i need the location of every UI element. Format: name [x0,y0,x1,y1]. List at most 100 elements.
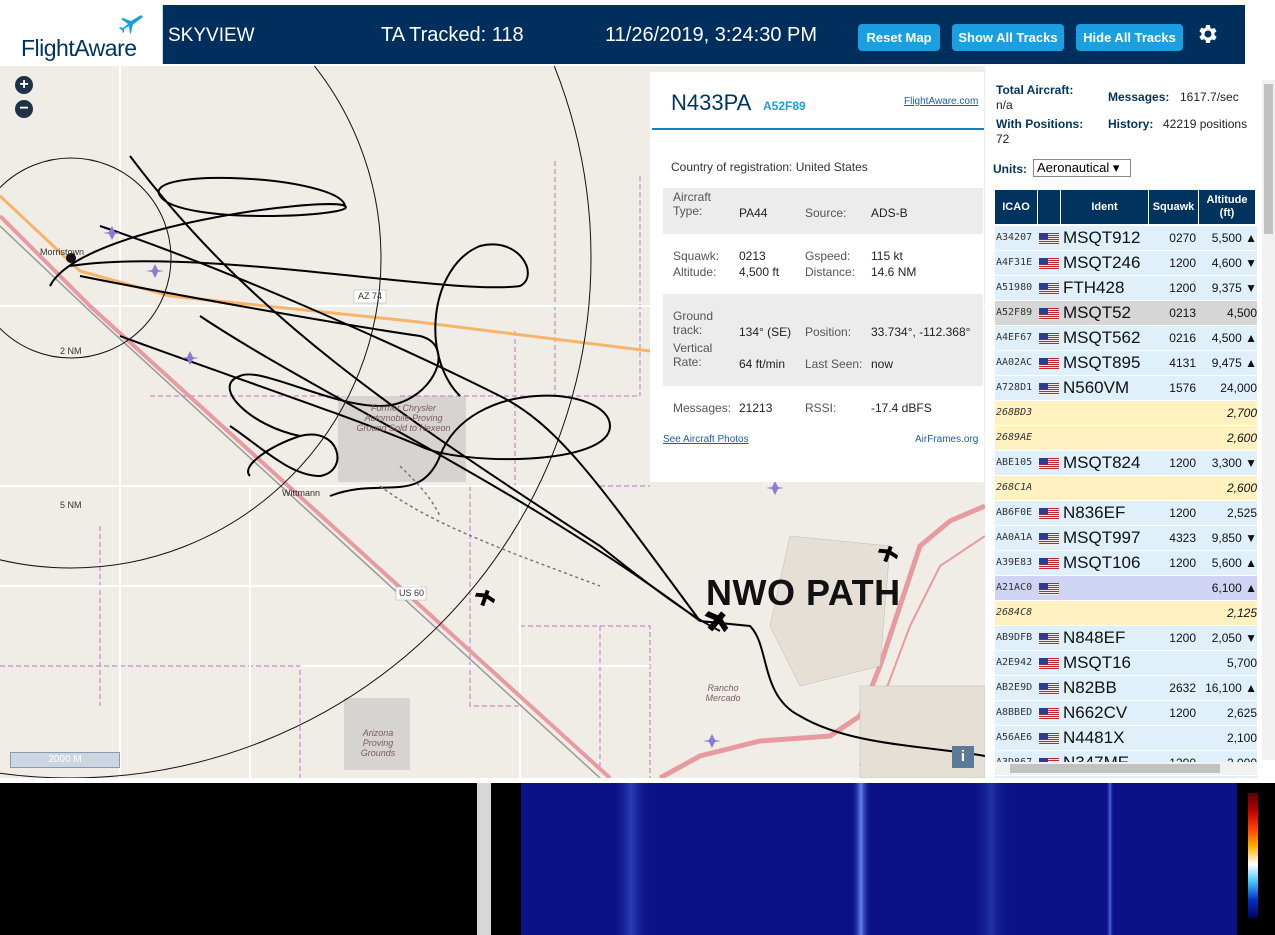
messages-rate-label: Messages: [1108,90,1170,104]
vertical-scrollbar-thumb[interactable] [1264,84,1273,234]
icao-cell: A2E942 [996,657,1033,668]
icao-cell: AA02AC [996,357,1033,368]
us-flag-icon [1039,283,1059,295]
table-row[interactable]: A21AC0 6,100 ▲ [995,576,1257,600]
us-flag-icon [1039,333,1059,345]
squawk-value: 0213 [739,249,766,263]
position-label: Position: [805,325,852,339]
squawk-cell [1149,476,1199,500]
us-flag-icon [1039,683,1059,695]
aircraft-type-value: PA44 [739,206,768,220]
squawk-cell [1149,601,1199,625]
table-row[interactable]: 268BD3 2,700 [995,401,1257,425]
ident-cell: MSQT52 [1063,303,1132,322]
us-flag-icon [1039,358,1059,370]
us-flag-icon [1039,558,1059,570]
altitude-cell: 6,100 ▲ [1211,581,1257,595]
ident-cell: N662CV [1063,703,1128,722]
table-row[interactable]: A39E83 MSQT106 1200 5,600 ▲ [995,551,1257,575]
table-row[interactable]: AB9DFB N848EF 1200 2,050 ▼ [995,626,1257,650]
table-row[interactable]: A8BBED N662CV 1200 2,625 [995,701,1257,725]
squawk-cell: 1200 [1169,706,1196,720]
table-row[interactable]: A51980 FTH428 1200 9,375 ▼ [995,276,1257,300]
col-altitude[interactable]: Altitude (ft) [1199,190,1255,224]
settings-gear-icon[interactable] [1195,22,1219,46]
ident-cell [1063,401,1149,425]
squawk-cell: 0270 [1169,231,1196,245]
hide-all-tracks-button[interactable]: Hide All Tracks [1076,24,1183,51]
aircraft-type-label: Aircraft Type: [673,190,712,218]
table-row[interactable]: A56AE6 N4481X 2,100 [995,726,1257,750]
col-icao[interactable]: ICAO [995,190,1037,224]
distance-label: Distance: [805,265,856,279]
gspeed-value: 115 kt [871,249,903,263]
rssi-label: RSSI: [805,401,837,415]
horizontal-scrollbar-thumb[interactable] [1010,764,1220,773]
ident-cell: N82BB [1063,678,1117,697]
source-label: Source: [805,206,847,220]
units-select[interactable]: Aeronautical ▾ [1033,159,1131,177]
ident-cell [1063,476,1149,500]
rssi-value: -17.4 dBFS [871,401,932,415]
col-flag[interactable] [1038,190,1060,224]
reset-map-button[interactable]: Reset Map [858,24,940,51]
map-info-button[interactable]: i [952,746,974,768]
flightaware-link[interactable]: FlightAware.com [904,96,978,107]
aircraft-photos-link[interactable]: See Aircraft Photos [663,434,749,445]
table-row[interactable]: A4F31E MSQT246 1200 4,600 ▼ [995,251,1257,275]
table-row[interactable]: ABE105 MSQT824 1200 3,300 ▼ [995,451,1257,475]
messages-label: Messages: [673,401,732,415]
airframes-link[interactable]: AirFrames.org [915,434,978,445]
squawk-cell: 1576 [1169,381,1196,395]
ident-cell: FTH428 [1063,278,1125,297]
altitude-label: Altitude: [673,265,717,279]
map-label-arizona-proving: Arizona Proving Grounds [360,728,396,758]
icao-cell: AB6F0E [996,507,1033,518]
table-row[interactable]: A52F89 MSQT52 0213 4,500 [995,301,1257,325]
icao-cell: 2689AE [996,432,1033,443]
col-ident[interactable]: Ident [1061,190,1148,224]
col-squawk[interactable]: Squawk [1149,190,1198,224]
panel-divider[interactable] [477,783,491,935]
table-row[interactable]: A34207 MSQT912 0270 5,500 ▲ [995,226,1257,250]
table-row[interactable]: 2684C8 2,125 [995,601,1257,625]
with-positions-label: With Positions: [996,117,1084,131]
table-row[interactable]: A4EF67 MSQT562 0216 4,500 ▲ [995,326,1257,350]
squawk-cell: 0213 [1169,306,1196,320]
vertical-rate-value: 64 ft/min [739,357,786,371]
zoom-in-button[interactable]: + [15,76,33,94]
us-flag-icon [1039,258,1059,270]
table-row[interactable]: AB6F0E N836EF 1200 2,525 [995,501,1257,525]
altitude-cell: 2,050 ▼ [1211,631,1257,645]
us-flag-icon [1039,583,1059,595]
show-all-tracks-button[interactable]: Show All Tracks [952,24,1064,51]
table-row[interactable]: A728D1 N560VM 1576 24,000 [995,376,1257,400]
spectrum-margin [491,783,521,935]
header: FlightAware SKYVIEW TA Tracked: 118 11/2… [0,0,1275,66]
ident-cell: N836EF [1063,503,1126,522]
altitude-cell: 5,600 ▲ [1211,556,1257,570]
table-row[interactable]: AB2E9D N82BB 2632 16,100 ▲ [995,676,1257,700]
total-aircraft-value: n/a [996,98,1013,112]
table-row[interactable]: A2E942 MSQT16 5,700 [995,651,1257,675]
flightaware-logo[interactable]: FlightAware [5,5,163,64]
altitude-cell: 4,500 ▲ [1211,331,1257,345]
squawk-cell: 2632 [1169,681,1196,695]
squawk-cell [1149,651,1199,675]
altitude-cell: 4,500 [1226,306,1257,320]
zoom-out-button[interactable]: − [15,100,33,118]
icao-cell: A51980 [996,282,1033,293]
us-flag-icon [1039,233,1059,245]
map-label-wittmann: Wittmann [282,488,321,498]
selected-callsign: N433PA [671,90,752,115]
track-block [663,294,983,386]
table-row[interactable]: AA02AC MSQT895 4131 9,475 ▲ [995,351,1257,375]
distance-value: 14.6 NM [871,265,917,279]
altitude-cell: 9,475 ▲ [1211,356,1257,370]
table-row[interactable]: 2689AE 2,600 [995,426,1257,450]
table-row[interactable]: AA0A1A MSQT997 4323 9,850 ▼ [995,526,1257,550]
squawk-cell: 0216 [1169,331,1196,345]
messages-rate-value: 1617.7/sec [1180,90,1239,104]
az74-label: AZ 74 [358,291,383,301]
table-row[interactable]: 268C1A 2,600 [995,476,1257,500]
